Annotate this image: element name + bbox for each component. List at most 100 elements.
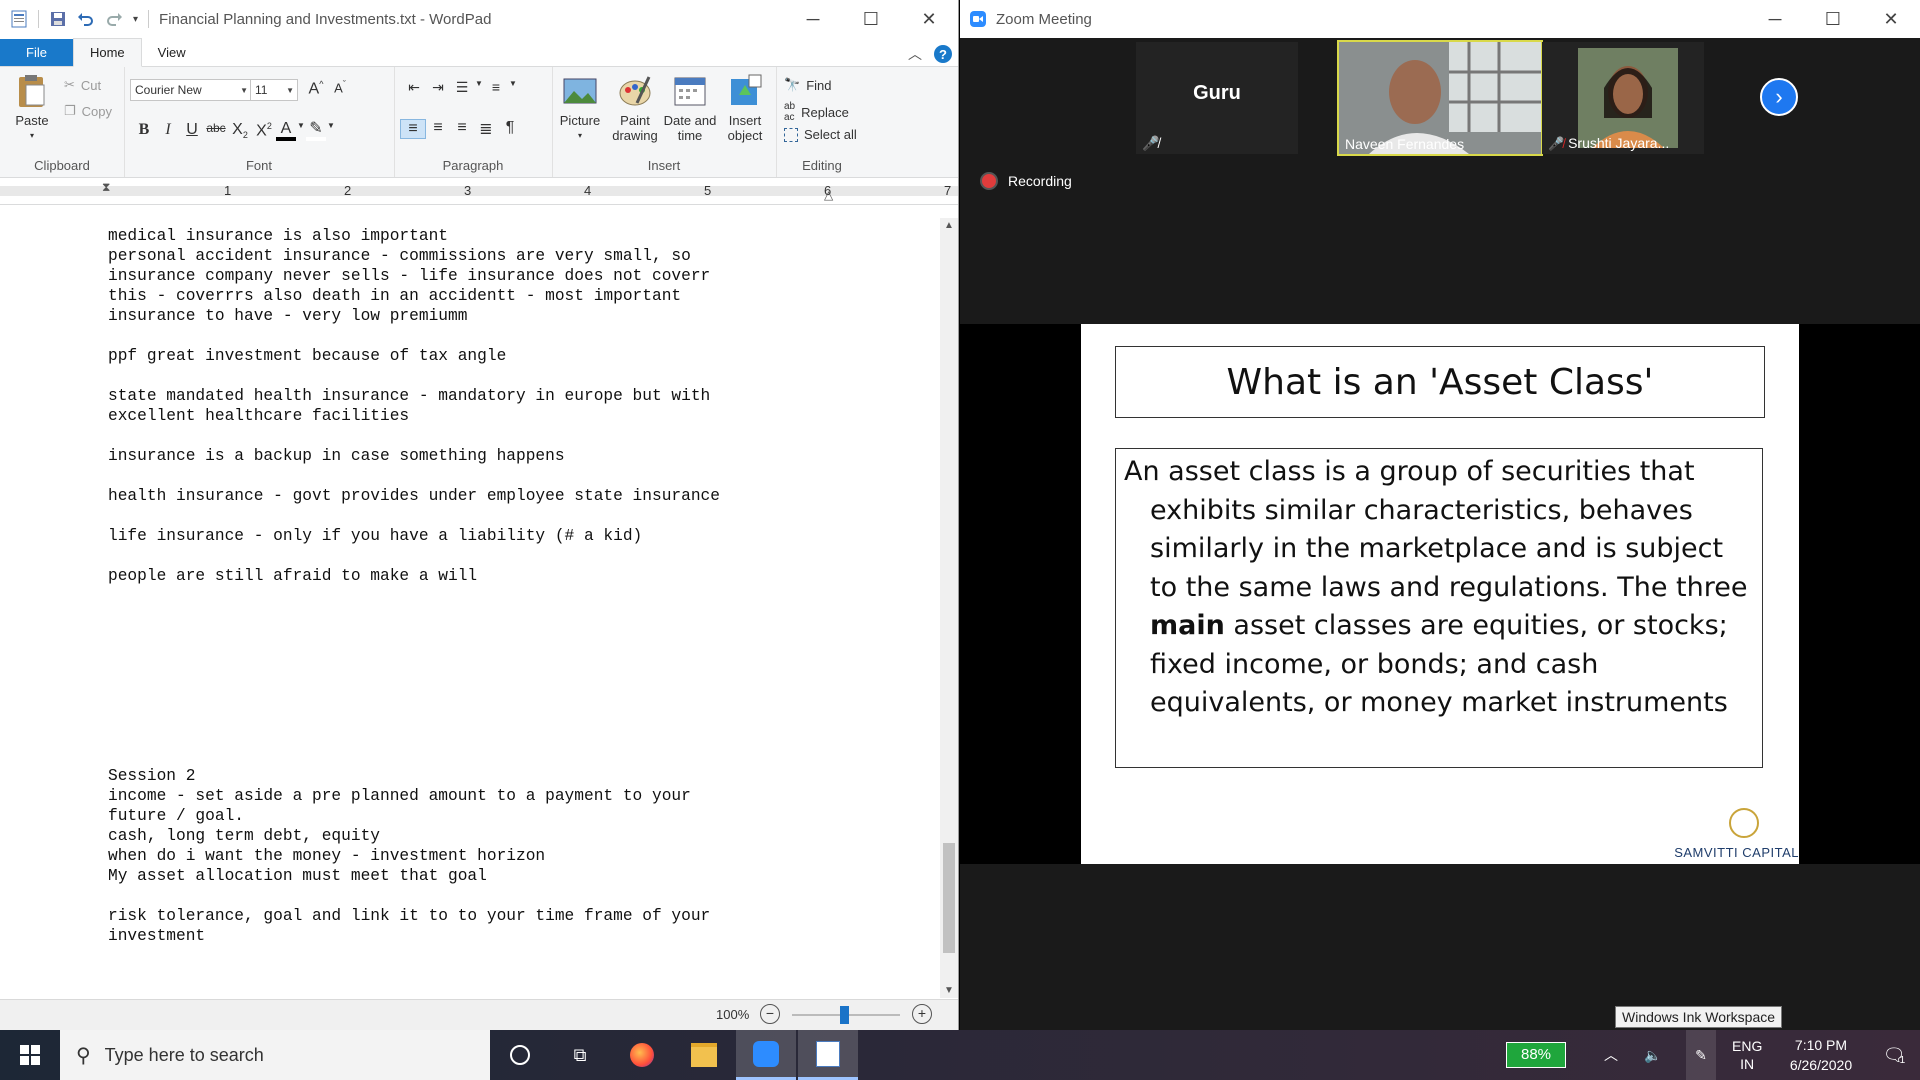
zoom-window-controls: ─ ☐ ✕ [1746, 0, 1920, 38]
zoom-slider-thumb[interactable] [840, 1006, 849, 1024]
shrink-font-icon[interactable]: Aˇ [328, 79, 352, 98]
save-icon[interactable] [49, 10, 67, 28]
decrease-indent-icon[interactable]: ⇤ [402, 79, 426, 96]
replace-button[interactable]: ab ac Replace [784, 101, 849, 123]
undo-icon[interactable] [77, 10, 95, 28]
battery-indicator[interactable]: 88% [1506, 1042, 1566, 1068]
paste-button[interactable]: Paste ▾ [10, 73, 54, 143]
font-label: Font [245, 158, 272, 173]
clock[interactable]: 7:10 PM 6/26/2020 [1776, 1030, 1866, 1080]
align-right-icon[interactable]: ≡ [450, 119, 474, 139]
right-indent-marker-icon[interactable]: △ [824, 188, 833, 202]
insert-object-button[interactable]: Insert object [720, 73, 770, 143]
ruler-number: 4 [584, 183, 592, 198]
search-icon: ⚲ [76, 1044, 91, 1067]
select-all-button[interactable]: Select all [784, 127, 857, 142]
strikethrough-icon[interactable]: abc [204, 121, 228, 141]
participant-tile[interactable]: Guru 🎤̸ [1136, 42, 1298, 154]
line-spacing-icon[interactable]: ≡ [484, 79, 508, 96]
wordpad-taskbar-icon[interactable] [798, 1030, 858, 1080]
customize-qat-icon[interactable]: ▾ [133, 14, 138, 25]
volume-icon[interactable]: 🔈 [1644, 1030, 1661, 1080]
object-icon [731, 74, 762, 105]
align-buttons: ≡ ≡ ≡ ≣ ¶ [400, 119, 522, 139]
redo-icon[interactable] [105, 10, 123, 28]
clock-time: 7:10 PM [1794, 1037, 1848, 1053]
start-button[interactable] [0, 1030, 60, 1080]
participant-tile[interactable]: 🎤̸ Srushti Jayara... [1542, 42, 1704, 154]
justify-icon[interactable]: ≣ [474, 119, 498, 139]
tab-view[interactable]: View [142, 39, 202, 66]
zoom-taskbar-icon[interactable] [736, 1030, 796, 1080]
copy-button[interactable]: ❐ Copy [64, 103, 112, 119]
bullet-list-icon[interactable]: ☰ [450, 79, 474, 96]
ruler[interactable]: ⧗ 1 2 3 4 5 6 7 △ [0, 178, 958, 205]
scroll-thumb[interactable] [943, 843, 955, 953]
minimize-icon[interactable]: ─ [1746, 0, 1804, 38]
underline-icon[interactable]: U [180, 121, 204, 141]
subscript-icon[interactable]: X2 [228, 121, 252, 141]
document-area[interactable]: medical insurance is also important pers… [0, 218, 940, 998]
cortana-icon[interactable] [490, 1030, 550, 1080]
align-left-icon[interactable]: ≡ [400, 119, 426, 139]
document-text[interactable]: medical insurance is also important pers… [0, 218, 940, 946]
scroll-up-icon[interactable]: ▲ [940, 220, 958, 231]
mic-muted-icon: 🎤̸ Srushti Jayara... [1548, 135, 1670, 151]
show-hidden-icons[interactable]: ︿ [1604, 1030, 1618, 1080]
next-participants-button[interactable]: › [1760, 78, 1798, 116]
participant-name: Srushti Jayara... [1568, 135, 1670, 151]
taskbar-search[interactable]: ⚲ Type here to search [60, 1030, 490, 1080]
grow-font-icon[interactable]: A^ [304, 79, 328, 98]
tab-file[interactable]: File [0, 39, 73, 66]
picture-button[interactable]: Picture ▾ [558, 73, 602, 143]
notifications-button[interactable]: 🗨 1 [1874, 1030, 1914, 1080]
participant-name: Guru [1193, 82, 1241, 104]
chevron-down-icon[interactable]: ▼ [508, 79, 518, 96]
collapse-ribbon-icon[interactable]: ︿ [908, 44, 922, 64]
close-icon[interactable]: ✕ [900, 0, 958, 38]
clipboard-label: Clipboard [34, 158, 90, 173]
close-icon[interactable]: ✕ [1862, 0, 1920, 38]
font-size-select[interactable]: 11 ▼ [250, 79, 298, 101]
cut-button[interactable]: ✂ Cut [64, 77, 101, 93]
region-code: IN [1740, 1056, 1755, 1072]
firefox-icon[interactable] [612, 1030, 672, 1080]
wordpad-title: Financial Planning and Investments.txt -… [159, 10, 492, 28]
zoom-in-icon[interactable]: + [912, 1004, 932, 1024]
superscript-icon[interactable]: X2 [252, 121, 276, 141]
paragraph-dialog-icon[interactable]: ¶ [498, 119, 522, 139]
help-icon[interactable]: ? [934, 45, 952, 63]
maximize-icon[interactable]: ☐ [842, 0, 900, 38]
bold-icon[interactable]: B [132, 121, 156, 141]
indent-marker-icon[interactable]: ⧗ [102, 180, 110, 195]
font-family-select[interactable]: Courier New ▼ [130, 79, 252, 101]
maximize-icon[interactable]: ☐ [1804, 0, 1862, 38]
chevron-down-icon[interactable]: ▼ [474, 79, 484, 96]
find-button[interactable]: 🔭 Find [784, 77, 831, 93]
chevron-down-icon[interactable]: ▼ [326, 121, 336, 141]
pen-workspace-icon[interactable]: ✎ [1686, 1030, 1716, 1080]
italic-icon[interactable]: I [156, 121, 180, 141]
recording-indicator[interactable]: Recording [980, 172, 1072, 190]
wordpad-window: ▾ Financial Planning and Investments.txt… [0, 0, 959, 1030]
paint-drawing-button[interactable]: Paint drawing [610, 73, 660, 143]
vertical-scrollbar[interactable]: ▲ ▼ [940, 218, 958, 998]
participant-name: Naveen Fernandes [1345, 136, 1465, 152]
text-color-icon[interactable]: A [276, 121, 296, 141]
language-code: ENG [1732, 1038, 1763, 1054]
tab-home[interactable]: Home [72, 38, 142, 67]
increase-indent-icon[interactable]: ⇥ [426, 79, 450, 96]
align-center-icon[interactable]: ≡ [426, 119, 450, 139]
highlight-icon[interactable]: ✎ [306, 121, 326, 141]
chevron-down-icon[interactable]: ▼ [296, 121, 306, 141]
list-buttons: ⇤ ⇥ ☰ ▼ ≡ ▼ [402, 79, 518, 96]
date-time-button[interactable]: Date and time [662, 73, 718, 143]
language-indicator[interactable]: ENG IN [1732, 1030, 1762, 1080]
chevron-down-icon: ▼ [240, 85, 248, 95]
task-view-icon[interactable]: ⧉ [550, 1030, 610, 1080]
file-explorer-icon[interactable] [674, 1030, 734, 1080]
zoom-out-icon[interactable]: − [760, 1004, 780, 1024]
participant-tile[interactable]: Naveen Fernandes [1337, 40, 1543, 156]
minimize-icon[interactable]: ─ [784, 0, 842, 38]
scroll-down-icon[interactable]: ▼ [940, 985, 958, 996]
